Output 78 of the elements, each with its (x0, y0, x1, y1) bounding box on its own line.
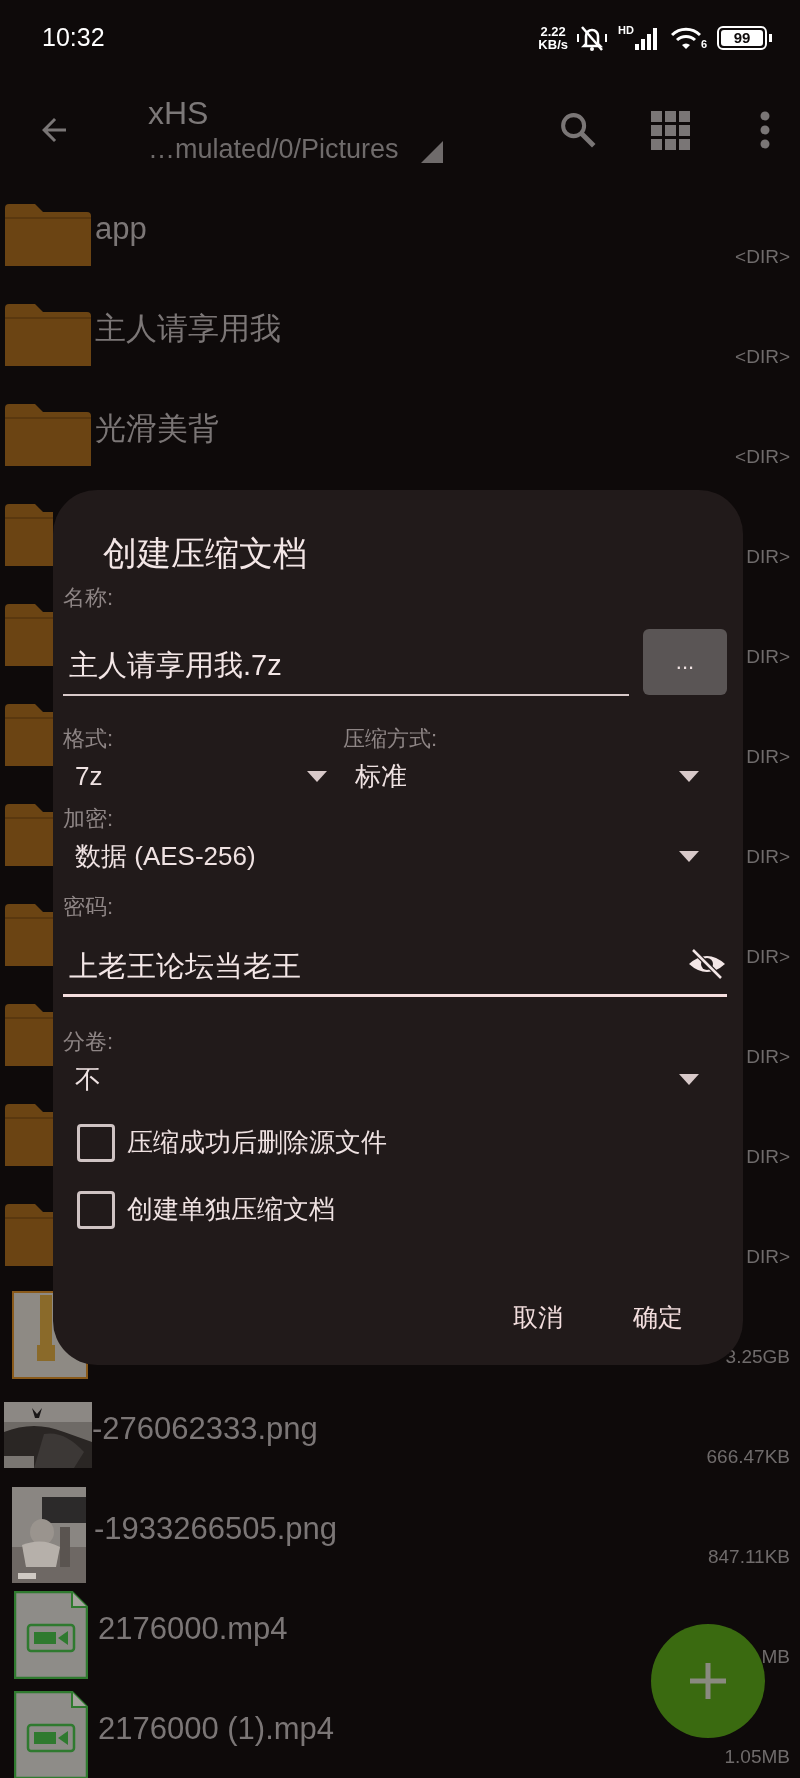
file-size: DIR> (746, 1044, 790, 1069)
folder-icon (5, 1004, 53, 1066)
dialog-button[interactable]: 确定 (627, 1295, 689, 1341)
file-name[interactable]: 光滑美背 (95, 410, 219, 446)
field-label: 密码: (63, 892, 114, 921)
file-size: 3.25GB (725, 1344, 790, 1369)
file-size: <DIR> (735, 244, 790, 269)
folder-path[interactable]: …mulated/0/Pictures (148, 133, 399, 167)
checkbox[interactable] (77, 1190, 115, 1229)
eye-off-icon[interactable] (687, 948, 727, 981)
file-size: DIR> (746, 844, 790, 869)
browse-button[interactable]: ... (643, 628, 727, 695)
file-size: <DIR> (735, 444, 790, 469)
file-size: 847.11KB (707, 1544, 790, 1569)
file-size: 666.47KB (706, 1444, 790, 1469)
file-size: DIR> (746, 1244, 790, 1269)
folder-icon (5, 904, 53, 966)
checkbox[interactable] (77, 1123, 115, 1162)
file-name[interactable]: -276062333.png (92, 1410, 318, 1446)
folder-icon (5, 604, 53, 666)
more-options-icon[interactable] (760, 111, 770, 149)
encryption-dropdown[interactable]: 数据 (AES-256) (63, 836, 727, 876)
wifi-icon (670, 25, 701, 50)
video-file-icon (14, 1591, 88, 1679)
field-label: 分卷: (63, 1028, 114, 1056)
field-label: 格式: (63, 724, 114, 753)
folder-title: xHS (148, 94, 209, 134)
checkbox-label: 创建单独压缩文档 (127, 1193, 335, 1226)
dialog-button[interactable]: 取消 (507, 1295, 569, 1341)
password-field[interactable]: 上老王论坛当老王 (69, 944, 687, 988)
file-name[interactable]: -1933266505.png (94, 1510, 338, 1546)
video-file-icon (14, 1691, 88, 1778)
file-size: DIR> (746, 744, 790, 769)
folder-icon (5, 304, 91, 366)
grid-view-icon[interactable] (651, 110, 690, 150)
file-size: DIR> (746, 1144, 790, 1169)
folder-icon (5, 204, 91, 266)
format-dropdown[interactable]: 7z (63, 756, 343, 796)
caret-icon (307, 770, 327, 782)
wifi-label: 6 (700, 38, 707, 50)
folder-icon (5, 804, 53, 866)
checkbox-label: 压缩成功后删除源文件 (127, 1126, 387, 1159)
plus-icon (688, 1661, 728, 1701)
clock-time: 10:32 (42, 21, 105, 53)
dialog-title: 创建压缩文档 (103, 533, 307, 574)
file-size: <DIR> (735, 344, 790, 369)
battery-level: 99 (733, 30, 751, 45)
file-size: DIR> (746, 644, 790, 669)
file-name[interactable]: 2176000.mp4 (98, 1610, 288, 1646)
caret-icon (679, 770, 699, 782)
field-label: 压缩方式: (343, 724, 438, 753)
dropdown-value: 标准 (355, 759, 407, 793)
file-size: DIR> (746, 944, 790, 969)
name-input-field[interactable]: 主人请享用我.7z (63, 644, 629, 696)
caret-icon (679, 1074, 699, 1085)
signal-label: HD (618, 24, 634, 36)
folder-icon (5, 1204, 53, 1266)
file-size: DIR> (746, 544, 790, 569)
folder-icon (5, 504, 53, 566)
dropdown-value: 数据 (AES-256) (75, 839, 256, 873)
folder-icon (5, 404, 91, 466)
field-label: 加密: (63, 804, 114, 833)
split-dropdown[interactable]: 不 (63, 1060, 727, 1099)
field-label: 名称: (63, 584, 114, 612)
network-speed: KB/s (538, 37, 568, 51)
file-name[interactable]: 2176000 (1).mp4 (98, 1710, 335, 1746)
network-speed: 2.22 (540, 24, 566, 38)
folder-icon (5, 1104, 53, 1166)
dropdown-value: 7z (75, 759, 103, 793)
file-name[interactable]: app (95, 210, 147, 246)
caret-icon (679, 850, 699, 862)
file-size: 1.05MB (724, 1744, 790, 1769)
folder-icon (5, 704, 53, 766)
file-size: MB (761, 1644, 790, 1669)
method-dropdown[interactable]: 标准 (343, 756, 727, 796)
file-name[interactable]: 主人请享用我 (95, 310, 281, 346)
dropdown-value: 不 (75, 1063, 101, 1096)
dropdown-corner-icon[interactable] (420, 140, 443, 163)
